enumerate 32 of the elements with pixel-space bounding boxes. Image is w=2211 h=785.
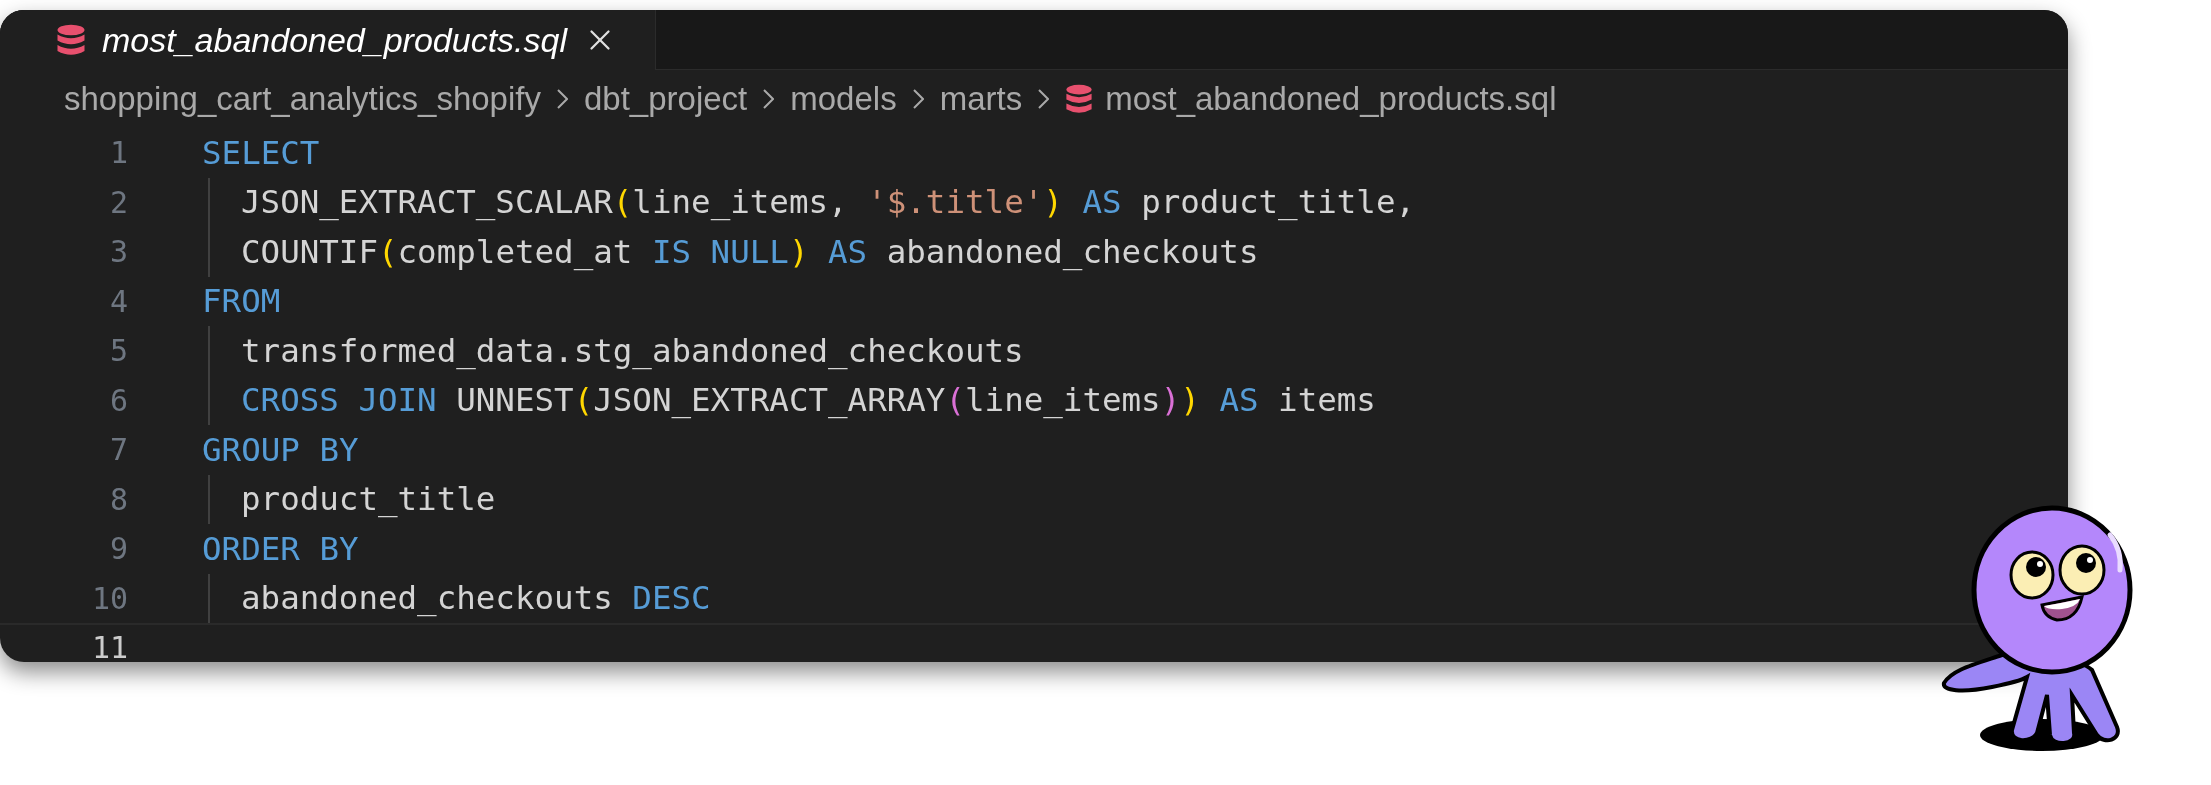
code-line: ORDER BY (202, 529, 359, 568)
code-line: transformed_data.stg_abandoned_checkouts (241, 331, 1024, 370)
chevron-icon (1038, 89, 1050, 109)
chevron-icon (912, 89, 924, 109)
line-number: 8 (108, 481, 128, 517)
line-number: 5 (108, 333, 128, 369)
line-number: 9 (108, 531, 128, 567)
breadcrumb-item[interactable]: dbt_project (584, 80, 748, 118)
line-number: 10 (90, 580, 128, 616)
code-line: abandoned_checkouts DESC (241, 579, 711, 618)
code-line: CROSS JOIN UNNEST(JSON_EXTRACT_ARRAY(line_items)) AS items (241, 381, 1376, 420)
line-number: 11 (90, 630, 128, 662)
line-number: 6 (108, 382, 128, 418)
breadcrumb-item[interactable]: marts (939, 80, 1023, 118)
code-line: product_title (241, 480, 496, 519)
line-number: 3 (108, 234, 128, 270)
database-icon (1065, 83, 1094, 115)
code-line: COUNTIF(completed_at IS NULL) AS abandoned_checkouts (241, 232, 1259, 271)
line-number: 1 (108, 135, 128, 171)
line-number: 2 (108, 184, 128, 220)
code-line: GROUP BY (202, 430, 359, 469)
database-icon (56, 23, 86, 57)
file-tab[interactable]: most_abandoned_products.sql (0, 10, 656, 70)
code-line: SELECT (202, 133, 320, 172)
breadcrumb-item[interactable]: shopping_cart_analytics_shopify (64, 80, 541, 118)
line-number: 7 (108, 432, 128, 468)
chevron-icon (763, 89, 775, 109)
code-line: FROM (202, 282, 281, 321)
code-line: JSON_EXTRACT_SCALAR(line_items, '$.title') AS product_title, (241, 183, 1416, 222)
line-number: 4 (108, 283, 128, 319)
chevron-icon (557, 89, 568, 109)
breadcrumb-item[interactable]: models (790, 80, 897, 118)
